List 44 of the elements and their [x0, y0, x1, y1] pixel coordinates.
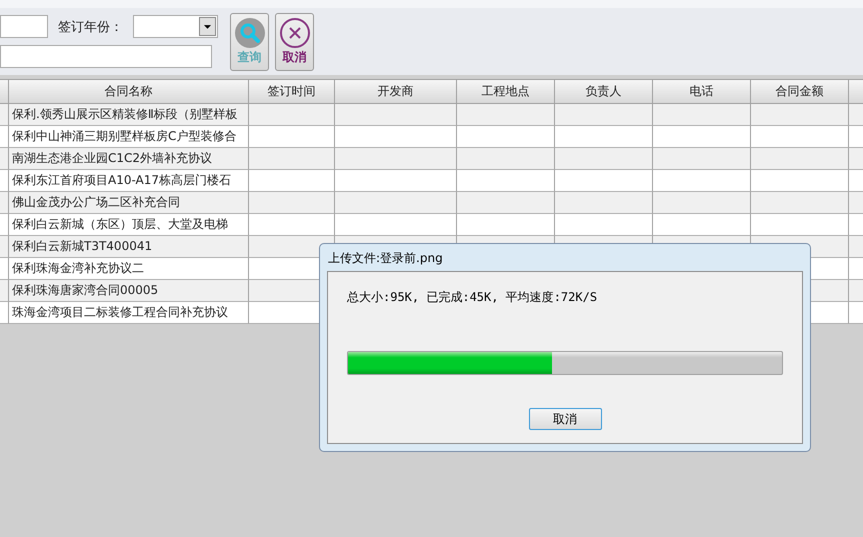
column-header[interactable]: 开发商 [335, 79, 457, 104]
year-dropdown[interactable] [133, 15, 218, 38]
row-header[interactable] [0, 214, 9, 236]
column-header[interactable]: 负责人 [555, 79, 653, 104]
row-header[interactable] [0, 126, 9, 148]
column-header[interactable]: 签订时间 [249, 79, 335, 104]
row-header[interactable] [0, 258, 9, 280]
table-cell [849, 192, 863, 214]
upload-status: 总大小:95K, 已完成:45K, 平均速度:72K/S [347, 289, 598, 306]
table-cell: 南湖生态港企业园C1C2外墙补充协议 [9, 148, 249, 170]
row-header[interactable] [0, 148, 9, 170]
search-icon [234, 17, 266, 49]
table-cell [849, 236, 863, 258]
row-header[interactable] [0, 236, 9, 258]
row-header[interactable] [0, 104, 9, 126]
cancel-button[interactable]: 取消 [275, 13, 314, 71]
table-cell: 保利珠海唐家湾合同00005 [9, 280, 249, 302]
year-label: 签订年份： [58, 18, 123, 36]
text-field[interactable] [0, 45, 212, 68]
table-cell: 保利东江首府项目A10-A17栋高层门楼石 [9, 170, 249, 192]
table-cell: 保利珠海金湾补充协议二 [9, 258, 249, 280]
close-icon [278, 17, 310, 49]
row-header[interactable] [0, 192, 9, 214]
column-header[interactable]: 合同金额 [751, 79, 849, 104]
row-header[interactable] [0, 170, 9, 192]
table-cell: 保利白云新城（东区）顶层、大堂及电梯 [9, 214, 249, 236]
column-header [0, 79, 9, 104]
column-header[interactable]: 电话 [653, 79, 751, 104]
column-header[interactable]: 工程地点 [457, 79, 555, 104]
table-cell: 保利.领秀山展示区精装修Ⅱ标段（别墅样板 [9, 104, 249, 126]
row-header[interactable] [0, 302, 9, 324]
row-header[interactable] [0, 280, 9, 302]
column-header [849, 79, 863, 104]
table-cell [849, 280, 863, 302]
column-header[interactable]: 合同名称 [9, 79, 249, 104]
text-field[interactable] [0, 15, 48, 38]
table-cell: 保利白云新城T3T400041 [9, 236, 249, 258]
table-cell [849, 148, 863, 170]
cancel-button[interactable]: 取消 [528, 408, 602, 430]
dialog-title: 上传文件:登录前.png [328, 250, 443, 264]
table-cell: 保利中山神涌三期别墅样板房C户型装修合 [9, 126, 249, 148]
table-cell: 佛山金茂办公广场二区补充合同 [9, 192, 249, 214]
table-cell: 珠海金湾项目二标装修工程合同补充协议 [9, 302, 249, 324]
table-cell [849, 104, 863, 126]
